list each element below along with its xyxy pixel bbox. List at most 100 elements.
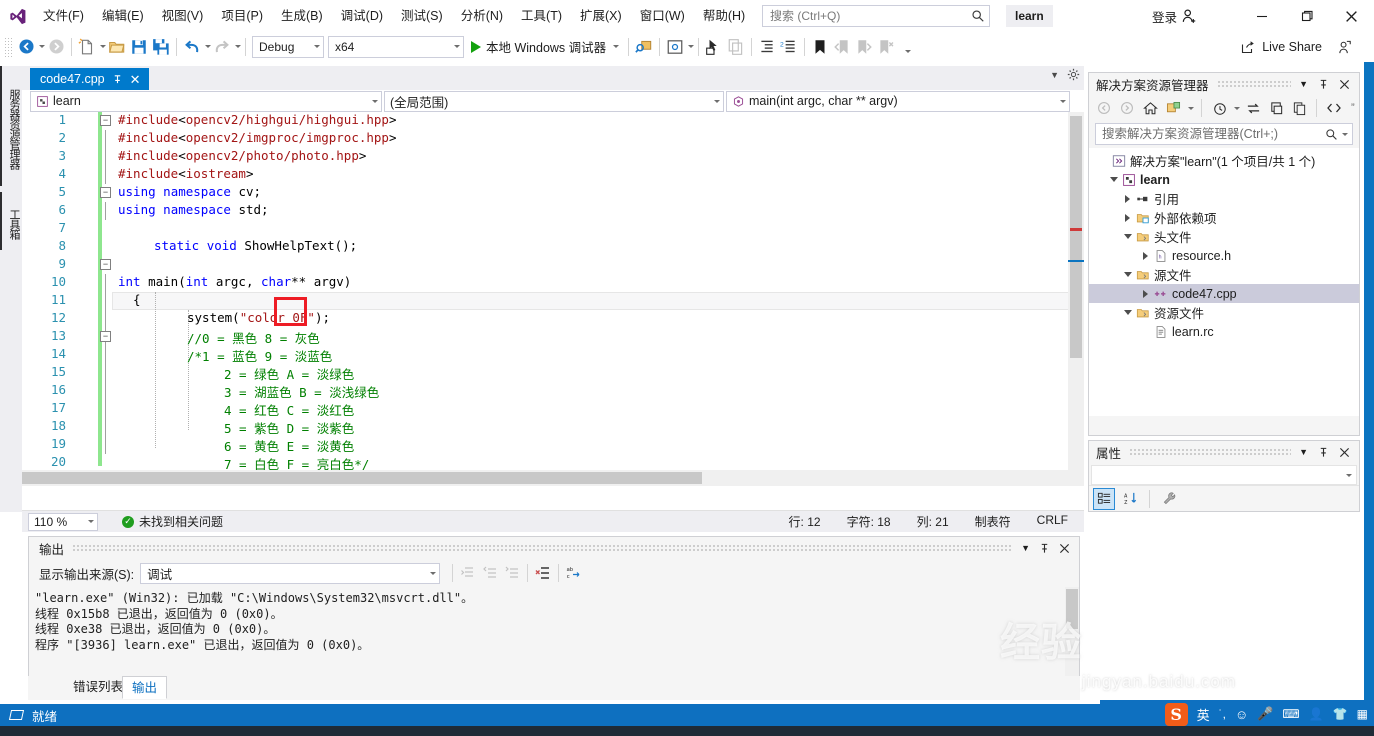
solution-explorer-search[interactable] [1095, 123, 1353, 145]
tree-item-header-files-folder[interactable]: 头文件 [1089, 227, 1359, 246]
se-back-button[interactable] [1094, 98, 1114, 118]
se-pending-changes-button[interactable] [1209, 98, 1229, 118]
close-button[interactable] [1329, 0, 1374, 32]
se-forward-button[interactable] [1117, 98, 1137, 118]
fold-toggle-line14[interactable]: − [100, 331, 111, 342]
menu-edit[interactable]: 编辑(E) [93, 0, 153, 32]
close-icon[interactable] [1339, 447, 1350, 458]
pin-icon[interactable] [1318, 447, 1329, 458]
tree-item-external-dependencies[interactable]: 外部依赖项 [1089, 208, 1359, 227]
attach-to-process-button[interactable] [633, 35, 655, 59]
menu-analyze[interactable]: 分析(N) [452, 0, 512, 32]
editor-horizontal-scrollbar[interactable] [22, 470, 1068, 486]
tabstrip-dropdown-icon[interactable]: ▼ [1050, 70, 1059, 80]
tab-output[interactable]: 输出 [122, 676, 168, 699]
drag-dots[interactable] [1216, 80, 1292, 88]
solution-configuration-combo[interactable]: Debug [252, 35, 324, 58]
drag-dots[interactable] [72, 544, 1014, 552]
se-code-view-button[interactable] [1324, 98, 1344, 118]
menu-window[interactable]: 窗口(W) [631, 0, 694, 32]
open-file-button[interactable] [106, 35, 128, 59]
twisty-open-icon[interactable] [1121, 234, 1134, 239]
sogou-logo-icon[interactable]: S [1164, 702, 1188, 726]
twisty-open-icon[interactable] [1107, 177, 1120, 182]
output-source-combo[interactable]: 调试 [140, 562, 441, 584]
select-all-button[interactable] [703, 35, 725, 59]
close-tab-icon[interactable]: ✕ [130, 73, 141, 86]
pin-icon[interactable] [1318, 79, 1329, 90]
save-all-button[interactable] [150, 35, 172, 59]
quick-launch-search[interactable] [762, 5, 990, 27]
twisty-closed-icon[interactable] [1121, 194, 1134, 203]
code-text-area[interactable]: − − − − 1 2 3 4 5 6 7 8 9 10 11 12 13 14… [22, 112, 1084, 486]
menu-project[interactable]: 项目(P) [212, 0, 272, 32]
se-overflow-icon[interactable]: ” [1351, 102, 1355, 114]
mic-icon[interactable]: 🎤 [1257, 706, 1273, 722]
tree-item-resource-h[interactable]: h resource.h [1089, 246, 1359, 265]
tabstrip-settings-icon[interactable] [1067, 68, 1080, 81]
editor-vertical-scrollbar[interactable] [1068, 112, 1084, 486]
se-switch-views-button[interactable] [1163, 98, 1183, 118]
close-icon[interactable] [1059, 543, 1070, 554]
menu-help[interactable]: 帮助(H) [694, 0, 754, 32]
nav-scope-combo[interactable]: (全局范围) [384, 90, 724, 112]
pin-icon[interactable] [112, 74, 123, 85]
search-input[interactable] [770, 9, 971, 23]
skin-icon[interactable]: 👕 [1333, 707, 1348, 721]
window-layout-button[interactable] [664, 35, 686, 59]
toolbox-tab[interactable]: 工具箱 [0, 192, 22, 250]
ime-mode-label[interactable]: 英 [1197, 705, 1210, 724]
pin-icon[interactable] [1039, 543, 1050, 554]
layout-dropdown-icon[interactable] [688, 45, 695, 48]
tree-item-code47-cpp[interactable]: code47.cpp [1089, 284, 1359, 303]
menu-view[interactable]: 视图(V) [153, 0, 213, 32]
indent-button[interactable] [756, 35, 778, 59]
toolbar-grip[interactable] [4, 36, 13, 57]
nav-project-combo[interactable]: learn [30, 90, 382, 112]
document-tab-code47[interactable]: code47.cpp ✕ [30, 68, 149, 90]
scrollbar-thumb[interactable] [22, 472, 702, 484]
menu-build[interactable]: 生成(B) [272, 0, 332, 32]
tree-item-project-learn[interactable]: learn [1089, 170, 1359, 189]
new-project-button[interactable] [76, 35, 98, 59]
minimize-button[interactable] [1239, 0, 1284, 32]
previous-message-button[interactable] [479, 561, 501, 585]
next-message-button[interactable] [501, 561, 523, 585]
se-pending-dropdown-icon[interactable] [1234, 106, 1240, 110]
save-button[interactable] [128, 35, 150, 59]
drag-dots[interactable] [1129, 448, 1292, 456]
undo-button[interactable] [181, 35, 203, 59]
menu-debug[interactable]: 调试(D) [332, 0, 392, 32]
output-dropdown-icon[interactable]: ▼ [1021, 543, 1030, 553]
nav-member-combo[interactable]: main(int argc, char ** argv) [726, 90, 1070, 112]
search-options-dropdown-icon[interactable] [1342, 132, 1348, 136]
go-to-message-button[interactable] [457, 561, 479, 585]
navigate-forward-button[interactable] [45, 35, 67, 59]
punctuation-icon[interactable]: ˙, [1219, 707, 1226, 721]
feedback-button[interactable] [1337, 40, 1352, 58]
start-debugging-button[interactable]: 本地 Windows 调试器 [466, 35, 624, 59]
alphabetical-view-button[interactable]: A Z [1119, 488, 1141, 510]
close-icon[interactable] [1339, 79, 1350, 90]
se-refresh-button[interactable] [1266, 98, 1286, 118]
tree-item-solution[interactable]: 解决方案"learn"(1 个项目/共 1 个) [1089, 151, 1359, 170]
se-views-dropdown-icon[interactable] [1188, 106, 1194, 110]
redo-dropdown-icon[interactable] [235, 45, 241, 48]
fold-toggle-line1[interactable]: − [100, 115, 111, 126]
menu-test[interactable]: 测试(S) [392, 0, 452, 32]
fold-toggle-line5[interactable]: − [100, 187, 111, 198]
pane-dropdown-icon[interactable]: ▼ [1299, 447, 1308, 457]
menu-extensions[interactable]: 扩展(X) [571, 0, 631, 32]
server-explorer-tab[interactable]: 服务器资源管理器 [0, 66, 22, 186]
toolbar-overflow-icon[interactable] [905, 49, 912, 53]
menu-tools[interactable]: 工具(T) [512, 0, 571, 32]
twisty-closed-icon[interactable] [1139, 289, 1152, 298]
twisty-closed-icon[interactable] [1139, 251, 1152, 260]
user-icon[interactable]: 👤 [1309, 707, 1324, 721]
property-pages-button[interactable] [1158, 488, 1180, 510]
zoom-level-combo[interactable]: 110 % [28, 512, 98, 531]
solution-tree[interactable]: 解决方案"learn"(1 个项目/共 1 个) learn 引用 外部依赖项 … [1089, 148, 1359, 416]
solution-search-input[interactable] [1102, 127, 1325, 141]
toggle-word-wrap-button[interactable]: ab c [563, 561, 585, 585]
tree-item-references[interactable]: 引用 [1089, 189, 1359, 208]
